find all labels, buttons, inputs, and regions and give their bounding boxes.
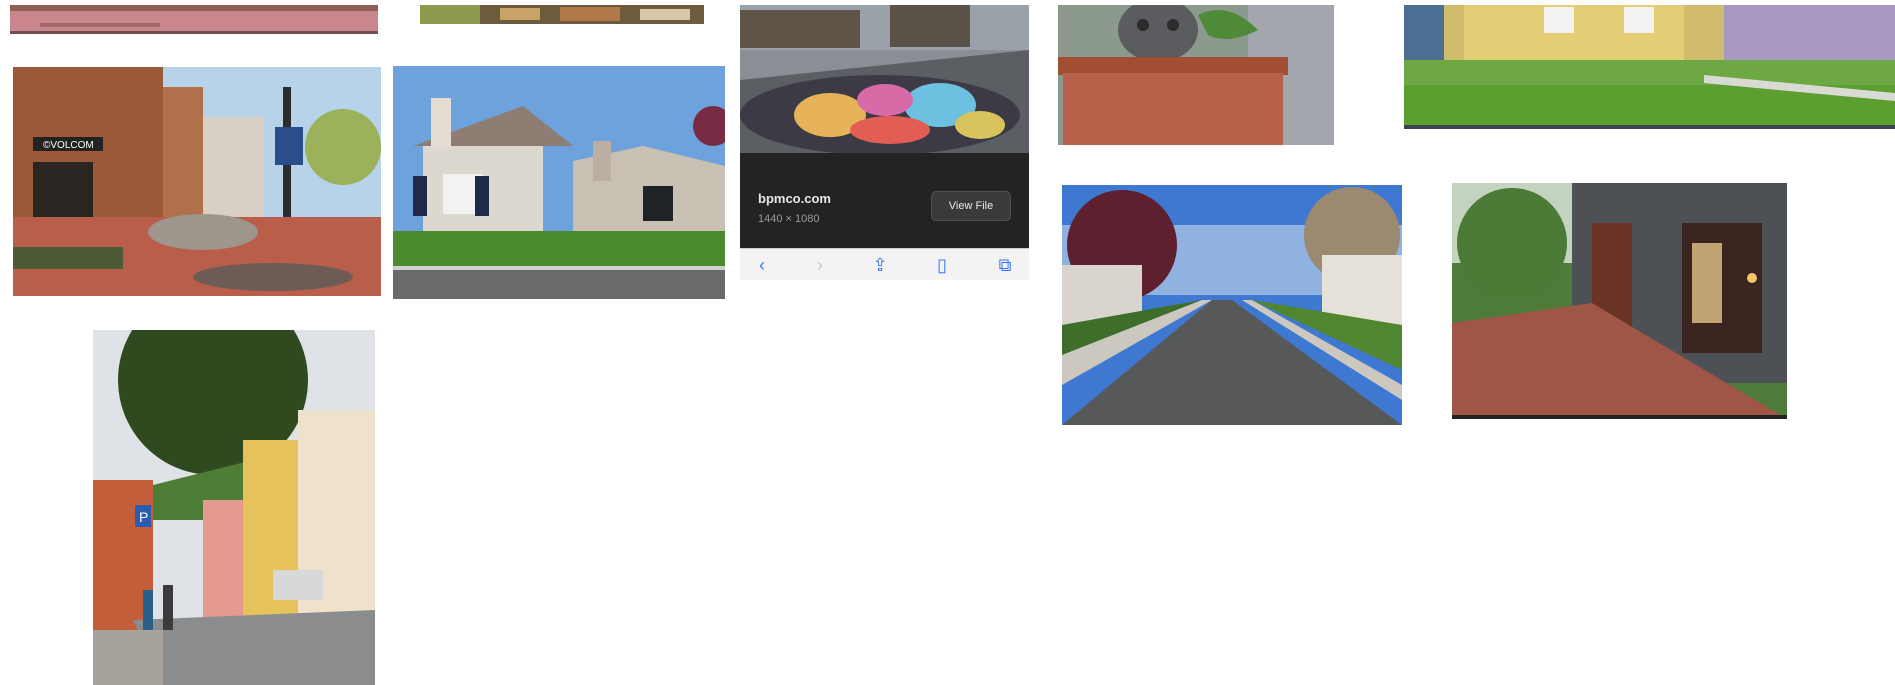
- svg-text:P: P: [139, 509, 148, 525]
- tabs-icon[interactable]: ⧉: [993, 253, 1017, 277]
- preview-dimensions: 1440 × 1080: [758, 213, 820, 225]
- chalk-art-street-photo[interactable]: [740, 5, 1029, 153]
- preview-site-name: bpmco.com: [758, 191, 831, 206]
- image-result-yellow-cottage-lawn[interactable]: [1404, 5, 1895, 129]
- bookmarks-icon[interactable]: ▯: [930, 253, 954, 277]
- image-result-owl-planter[interactable]: [1058, 5, 1334, 145]
- image-result-tree-lined-street[interactable]: [1062, 185, 1402, 425]
- svg-text:©VOLCOM: ©VOLCOM: [43, 140, 94, 151]
- forward-icon[interactable]: ›: [808, 253, 832, 277]
- image-result-top-cropped-street[interactable]: [10, 5, 378, 34]
- view-file-button[interactable]: View File: [931, 191, 1011, 221]
- preview-info-panel: bpmco.com 1440 × 1080 View File: [740, 153, 1029, 248]
- browser-toolbar: ‹ › ⇪ ▯ ⧉: [740, 248, 1029, 280]
- image-result-european-street-parking[interactable]: P: [93, 330, 375, 685]
- image-result-suburban-houses[interactable]: [393, 66, 725, 299]
- back-icon[interactable]: ‹: [750, 253, 774, 277]
- image-result-top-cropped-town[interactable]: [420, 5, 704, 24]
- image-result-volcom-pedestrian-mall[interactable]: ©VOLCOM: [13, 67, 381, 296]
- share-icon[interactable]: ⇪: [868, 253, 892, 277]
- image-result-shopfront-sidewalk[interactable]: [1452, 183, 1787, 419]
- image-preview-card: bpmco.com 1440 × 1080 View File ‹ › ⇪ ▯ …: [740, 5, 1029, 280]
